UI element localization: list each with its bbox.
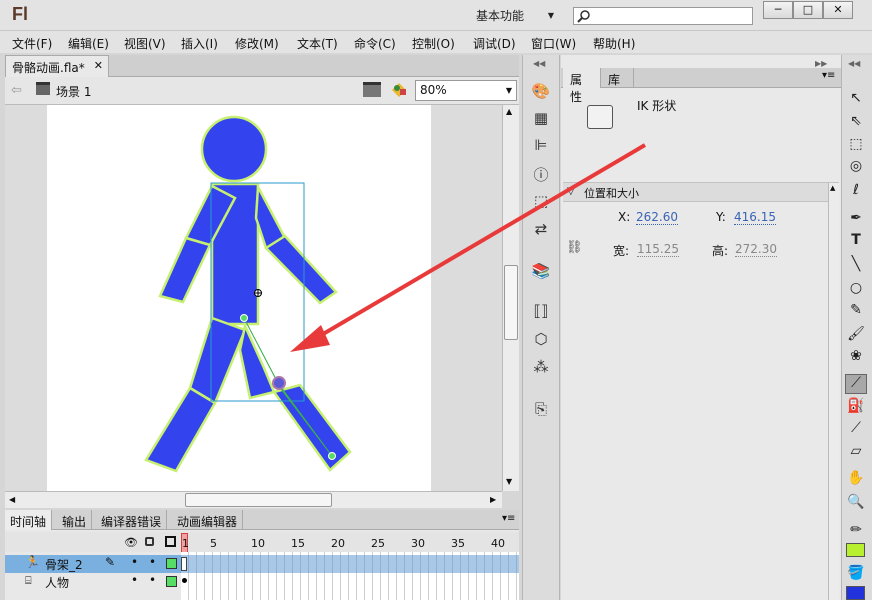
pencil-tool-icon[interactable]: ✎ [845, 302, 867, 322]
hand-tool-icon[interactable]: ✋ [845, 470, 867, 490]
subselection-tool-icon[interactable]: ⇖ [845, 113, 867, 133]
deco-tool-icon[interactable]: ❀ [845, 348, 867, 368]
bone-tool-icon[interactable]: ⟋ [845, 374, 867, 394]
paint-bucket-tool-icon[interactable]: ⛽ [845, 398, 867, 418]
text-tool-icon[interactable]: T [845, 232, 867, 252]
stroke-color-swatch[interactable] [846, 543, 865, 557]
eyedropper-tool-icon[interactable]: ⟋ [845, 420, 867, 440]
collapse-icon[interactable]: ◀◀ [848, 59, 860, 68]
zoom-tool-icon[interactable]: 🔍 [845, 494, 867, 514]
3d-rotation-tool-icon[interactable]: ◎ [845, 158, 867, 178]
free-transform-tool-icon[interactable]: ⬚ [845, 136, 867, 156]
brush-tool-icon[interactable]: 🖌 [845, 326, 867, 346]
selection-tool-icon[interactable]: ↖ [845, 90, 867, 110]
eraser-tool-icon[interactable]: ▱ [845, 443, 867, 463]
fill-color-swatch[interactable] [846, 586, 865, 600]
lasso-tool-icon[interactable]: ℓ [845, 182, 867, 202]
line-tool-icon[interactable]: ╲ [845, 256, 867, 276]
stroke-color-icon[interactable]: ✏ [845, 522, 867, 542]
annotation-arrow [290, 143, 647, 352]
pen-tool-icon[interactable]: ✒ [845, 210, 867, 230]
fill-color-icon[interactable]: 🪣 [845, 565, 867, 585]
oval-tool-icon[interactable]: ○ [845, 280, 867, 300]
